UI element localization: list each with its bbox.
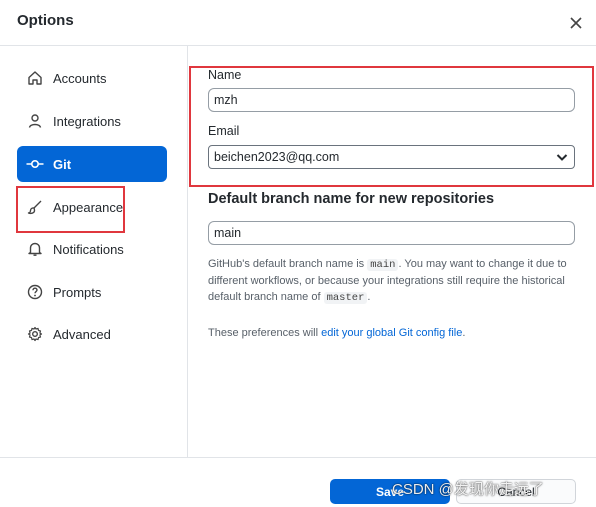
question-icon [26,283,44,301]
email-select-value: beichen2023@qq.com [214,150,340,164]
name-label: Name [208,68,242,82]
prefs-note-text: These preferences will [208,327,322,339]
sidebar-item-advanced[interactable]: Advanced [17,316,167,352]
sidebar-item-label: Git [53,156,72,172]
sidebar-item-label: Advanced [53,326,111,342]
sidebar-item-notifications[interactable]: Notifications [17,231,167,267]
bell-icon [26,240,44,258]
options-sidebar: Accounts Integrations Git Appearance Not [0,46,188,457]
options-dialog: Options Accounts Integrations Git Appear… [0,0,596,507]
sidebar-item-label: Prompts [53,284,102,300]
home-icon [26,69,44,87]
chevron-down-icon [556,154,568,161]
prefs-note-text: . [462,327,466,339]
paintbrush-icon [26,198,44,216]
save-button[interactable]: Save [330,479,450,504]
close-icon [570,17,582,29]
sidebar-item-integrations[interactable]: Integrations [17,103,167,139]
cancel-button[interactable]: Cancel [456,479,576,504]
preferences-note: These preferences will edit your global … [208,327,465,339]
help-text-segment: . [367,291,371,303]
help-code-master: master [323,292,368,304]
sidebar-item-git[interactable]: Git [17,146,167,182]
sidebar-item-appearance[interactable]: Appearance [17,189,167,225]
branch-section-heading: Default branch name for new repositories [208,191,495,207]
help-text-segment: GitHub's default branch name is [208,258,368,270]
sidebar-item-label: Notifications [53,241,124,257]
sidebar-item-label: Appearance [53,199,124,215]
sidebar-item-label: Integrations [53,113,121,129]
help-code-main: main [367,259,399,271]
gear-icon [26,325,44,343]
git-commit-icon [26,155,44,173]
dialog-header: Options [0,0,596,46]
person-icon [26,112,44,130]
dialog-footer: Save Cancel CSDN @发现你走远了 [0,457,596,507]
name-input[interactable] [208,88,575,112]
default-branch-input[interactable] [208,221,575,245]
dialog-title: Options [17,12,74,29]
email-select[interactable]: beichen2023@qq.com [208,145,575,169]
sidebar-item-prompts[interactable]: Prompts [17,274,167,310]
email-label: Email [208,124,240,138]
close-button[interactable] [566,13,586,33]
git-settings-panel: Name Email beichen2023@qq.com Default br… [188,46,596,457]
branch-help-text: GitHub's default branch name is main. Yo… [208,256,578,306]
sidebar-item-accounts[interactable]: Accounts [17,60,167,96]
edit-git-config-link[interactable]: edit your global Git config file [321,327,462,339]
sidebar-item-label: Accounts [53,70,107,86]
